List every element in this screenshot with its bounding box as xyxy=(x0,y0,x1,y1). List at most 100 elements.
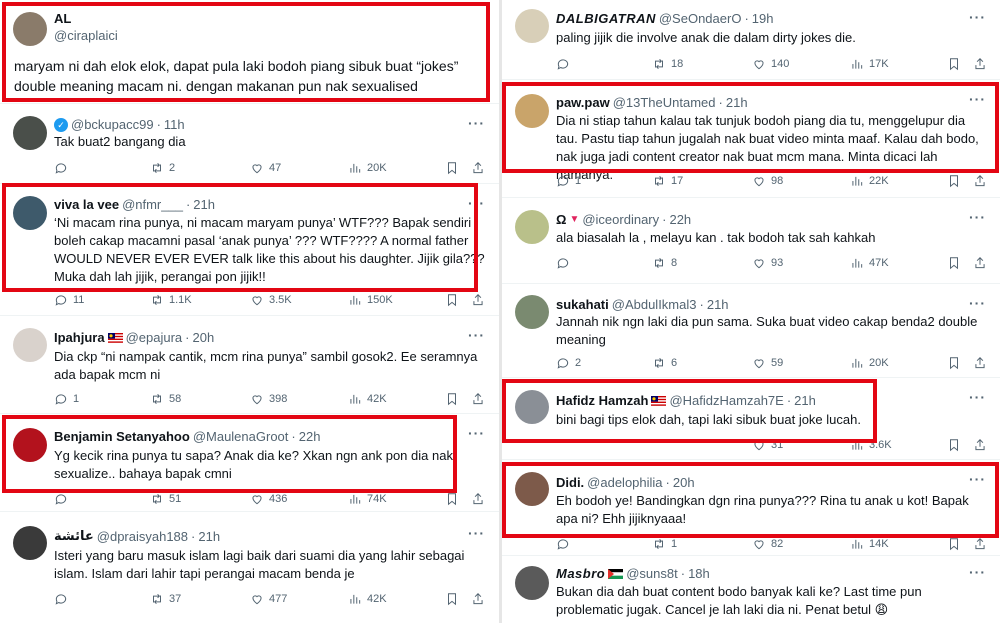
like-button[interactable]: 47 xyxy=(250,161,281,175)
share-button[interactable] xyxy=(973,438,987,452)
views-button[interactable]: 20K xyxy=(348,161,387,175)
like-button[interactable]: 140 xyxy=(752,57,789,71)
timestamp[interactable]: 11h xyxy=(164,117,185,132)
reply-button[interactable] xyxy=(556,57,575,71)
tweet[interactable]: عائشة @dpraisyah188 · 21h ··· Isteri yan… xyxy=(0,516,499,623)
avatar[interactable] xyxy=(13,12,47,46)
avatar[interactable] xyxy=(515,566,549,600)
author-name[interactable]: paw.paw xyxy=(556,95,610,110)
retweet-button[interactable]: 18 xyxy=(652,57,683,71)
tweet[interactable]: viva la vee @nfmr___ · 21h ··· ‘Ni macam… xyxy=(0,186,499,316)
like-button[interactable]: 93 xyxy=(752,256,783,270)
author-handle[interactable]: @adelophilia xyxy=(587,475,662,490)
bookmark-button[interactable] xyxy=(947,256,961,270)
views-button[interactable]: 20K xyxy=(850,356,889,370)
more-icon[interactable]: ··· xyxy=(969,564,986,580)
tweet[interactable]: paw.paw @13TheUntamed · 21h ··· Dia ni s… xyxy=(502,82,1000,198)
timestamp[interactable]: 21h xyxy=(726,95,748,110)
views-button[interactable]: 150K xyxy=(348,293,393,307)
avatar[interactable] xyxy=(13,428,47,462)
more-icon[interactable]: ··· xyxy=(468,425,485,441)
more-icon[interactable]: ··· xyxy=(468,525,485,541)
like-button[interactable]: 82 xyxy=(752,537,783,551)
share-button[interactable] xyxy=(471,592,485,606)
like-button[interactable]: 477 xyxy=(250,592,287,606)
views-button[interactable]: 17K xyxy=(850,57,889,71)
author-handle[interactable]: @SeOndaerO xyxy=(659,11,742,26)
author-handle[interactable]: @HafidzHamzah7E xyxy=(669,393,783,408)
bookmark-button[interactable] xyxy=(947,356,961,370)
author-handle[interactable]: @nfmr___ xyxy=(122,197,183,212)
tweet[interactable]: Masbro @suns8t · 18h ··· Bukan dia dah b… xyxy=(502,558,1000,623)
more-icon[interactable]: ··· xyxy=(468,115,485,131)
bookmark-button[interactable] xyxy=(445,392,459,406)
tweet[interactable]: ✓ @bckupacc99 · 11h ··· Tak buat2 bangan… xyxy=(0,106,499,184)
like-button[interactable]: 3.5K xyxy=(250,293,292,307)
avatar[interactable] xyxy=(13,328,47,362)
tweet[interactable]: Hafidz Hamzah @HafidzHamzah7E · 21h ··· … xyxy=(502,380,1000,460)
bookmark-button[interactable] xyxy=(947,57,961,71)
retweet-button[interactable]: 1 xyxy=(652,537,677,551)
author-name[interactable]: AL xyxy=(54,11,71,26)
share-button[interactable] xyxy=(471,161,485,175)
retweet-button[interactable]: 6 xyxy=(652,356,677,370)
share-button[interactable] xyxy=(471,492,485,506)
tweet[interactable]: AL @ciraplaici maryam ni dah elok elok, … xyxy=(0,0,499,104)
reply-button[interactable]: 1 xyxy=(54,392,79,406)
more-icon[interactable]: ··· xyxy=(969,9,986,25)
bookmark-button[interactable] xyxy=(947,174,961,188)
more-icon[interactable]: ··· xyxy=(969,471,986,487)
bookmark-button[interactable] xyxy=(445,293,459,307)
share-button[interactable] xyxy=(973,174,987,188)
timestamp[interactable]: 21h xyxy=(198,529,220,544)
views-button[interactable]: 42K xyxy=(348,592,387,606)
author-handle[interactable]: @ciraplaici xyxy=(54,28,118,43)
views-button[interactable]: 42K xyxy=(348,392,387,406)
like-button[interactable]: 59 xyxy=(752,356,783,370)
retweet-button[interactable]: 51 xyxy=(150,492,181,506)
views-button[interactable]: 22K xyxy=(850,174,889,188)
like-button[interactable]: 398 xyxy=(250,392,287,406)
bookmark-button[interactable] xyxy=(445,161,459,175)
like-button[interactable]: 98 xyxy=(752,174,783,188)
timestamp[interactable]: 20h xyxy=(193,330,215,345)
author-name[interactable]: Didi. xyxy=(556,475,584,490)
timestamp[interactable]: 21h xyxy=(794,393,816,408)
bookmark-button[interactable] xyxy=(947,438,961,452)
more-icon[interactable]: ··· xyxy=(969,389,986,405)
more-icon[interactable]: ··· xyxy=(969,209,986,225)
avatar[interactable] xyxy=(13,526,47,560)
bookmark-button[interactable] xyxy=(947,537,961,551)
author-handle[interactable]: @epajura xyxy=(126,330,183,345)
views-button[interactable]: 47K xyxy=(850,256,889,270)
author-name[interactable]: DALBIGATRAN xyxy=(556,11,656,26)
author-handle[interactable]: @MaulenaGroot xyxy=(193,429,289,444)
tweet[interactable]: Ω ▼ @iceordinary · 22h ··· ala biasalah … xyxy=(502,200,1000,284)
retweet-button[interactable]: 1.1K xyxy=(150,293,192,307)
tweet[interactable]: sukahati @AbdulIkmal3 · 21h ··· Jannah n… xyxy=(502,286,1000,378)
more-icon[interactable]: ··· xyxy=(969,91,986,107)
retweet-button[interactable]: 2 xyxy=(150,161,175,175)
author-name[interactable]: viva la vee xyxy=(54,197,119,212)
timestamp[interactable]: 19h xyxy=(752,11,774,26)
timestamp[interactable]: 21h xyxy=(193,197,215,212)
reply-button[interactable] xyxy=(556,537,575,551)
author-name[interactable]: Benjamin Setanyahoo xyxy=(54,429,190,444)
avatar[interactable] xyxy=(515,9,549,43)
views-button[interactable]: 14K xyxy=(850,537,889,551)
share-button[interactable] xyxy=(973,256,987,270)
author-name[interactable]: Masbro xyxy=(556,566,605,581)
avatar[interactable] xyxy=(515,210,549,244)
author-handle[interactable]: @dpraisyah188 xyxy=(97,529,188,544)
author-name[interactable]: عائشة xyxy=(54,528,94,544)
author-name[interactable]: Ω xyxy=(556,212,566,227)
tweet[interactable]: Didi. @adelophilia · 20h ··· Eh bodoh ye… xyxy=(502,462,1000,556)
reply-button[interactable] xyxy=(54,161,73,175)
tweet[interactable]: DALBIGATRAN @SeOndaerO · 19h ··· paling … xyxy=(502,0,1000,80)
author-handle[interactable]: @suns8t xyxy=(626,566,678,581)
reply-button[interactable]: 2 xyxy=(556,356,581,370)
avatar[interactable] xyxy=(515,390,549,424)
author-handle[interactable]: @AbdulIkmal3 xyxy=(612,297,697,312)
bookmark-button[interactable] xyxy=(445,592,459,606)
share-button[interactable] xyxy=(973,356,987,370)
